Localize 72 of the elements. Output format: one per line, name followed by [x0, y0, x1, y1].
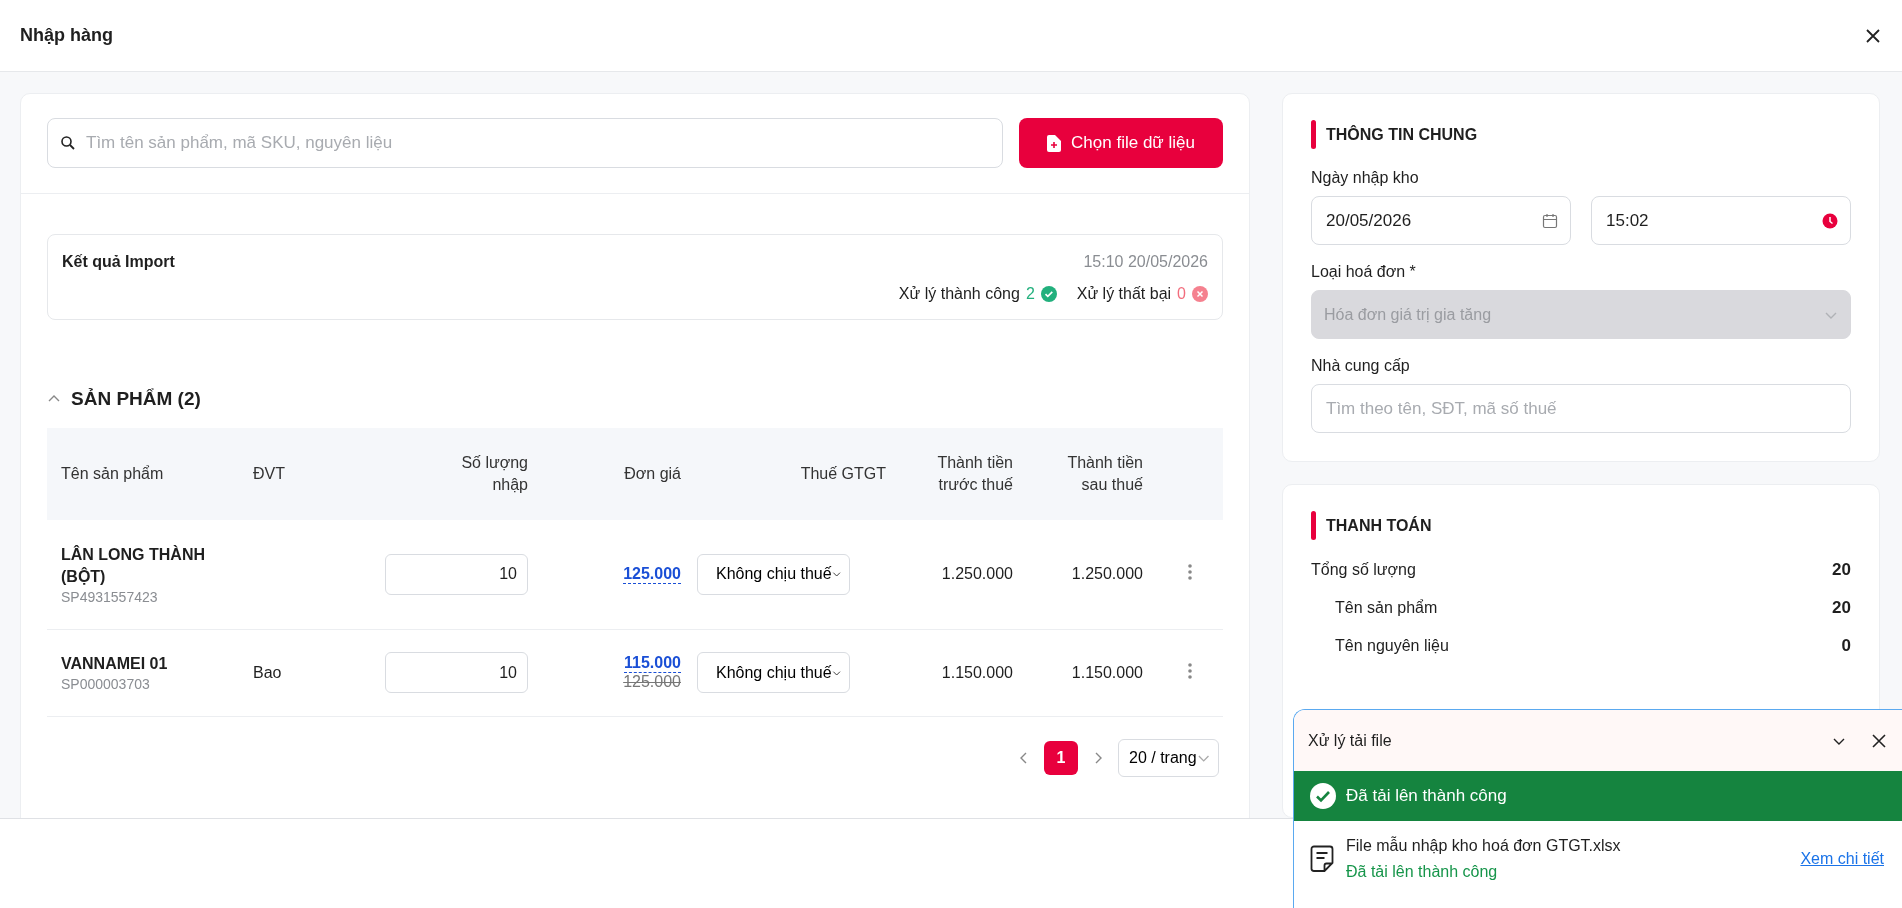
accent-bar [1311, 511, 1316, 540]
summary-value: 20 [1832, 560, 1851, 580]
summary-value: 20 [1832, 598, 1851, 618]
product-name: VANNAMEI 01 [61, 654, 169, 675]
supplier-field[interactable]: Tìm theo tên, SĐT, mã số thuế [1311, 384, 1851, 433]
choose-file-button[interactable]: Chọn file dữ liệu [1019, 118, 1223, 168]
more-icon[interactable] [1188, 564, 1192, 581]
section-title: SẢN PHẨM (2) [71, 388, 201, 410]
column-header: Thành tiền trước thuế [936, 452, 1013, 495]
amount-before-tax: 1.150.000 [941, 663, 1013, 681]
page-button[interactable]: 1 [1044, 740, 1078, 775]
product-sku: SP4931557423 [61, 588, 159, 605]
close-icon[interactable] [1872, 733, 1886, 748]
unit-price[interactable]: 125.000 [623, 564, 681, 584]
details-link[interactable]: Xem chi tiết [1800, 850, 1884, 868]
banner-text: Đã tải lên thành công [1346, 786, 1507, 806]
amount-before-tax: 1.250.000 [941, 565, 1013, 583]
import-result-title: Kết quả Import [62, 253, 175, 271]
clock-icon [1822, 212, 1838, 229]
summary-value: 0 [1841, 636, 1851, 656]
panel-title: Xử lý tải file [1308, 731, 1392, 750]
column-header: ĐVT [253, 463, 285, 484]
tax-select[interactable]: Không chịu thuế [697, 553, 850, 595]
check-circle-icon [1040, 286, 1057, 302]
amount-after-tax: 1.250.000 [1071, 565, 1143, 583]
more-icon[interactable] [1188, 662, 1192, 679]
product-sku: SP000003703 [61, 675, 151, 692]
failure-label: Xử lý thất bại [1076, 285, 1172, 303]
column-header: Đơn giá [624, 463, 681, 484]
product-name: LÂN LONG THÀNH (BỘT) [61, 544, 206, 588]
amount-after-tax: 1.150.000 [1071, 663, 1143, 681]
import-time: 15:10 20/05/2026 [1083, 253, 1208, 271]
column-header: Số lượng nhập [460, 452, 528, 495]
tax-select[interactable]: Không chịu thuế [697, 652, 850, 693]
page-size-select[interactable]: 20 / trang [1118, 738, 1219, 777]
x-circle-icon [1192, 286, 1208, 302]
unit-cell: Bao [253, 663, 282, 681]
summary-label: Tên nguyên liệu [1335, 637, 1449, 655]
supplier-input[interactable]: Tìm theo tên, SĐT, mã số thuế [1324, 397, 1838, 420]
field-label: Nhà cung cấp [1311, 357, 1411, 375]
success-count: 2 [1025, 285, 1035, 303]
search-field[interactable]: Tìm tên sản phẩm, mã SKU, nguyên liệu [47, 118, 1003, 168]
file-status: Đã tải lên thành công [1346, 863, 1499, 881]
time-field[interactable]: 15:02 [1591, 196, 1851, 245]
calendar-icon [1542, 212, 1558, 229]
card-title: THÔNG TIN CHUNG [1326, 125, 1478, 144]
close-icon[interactable] [1864, 26, 1882, 45]
quantity-field[interactable]: 10 [385, 652, 528, 693]
file-plus-icon [1047, 134, 1062, 152]
document-icon [1310, 845, 1334, 873]
card-title: THANH TOÁN [1326, 516, 1432, 535]
search-input[interactable]: Tìm tên sản phẩm, mã SKU, nguyên liệu [84, 132, 990, 154]
column-header: Thuế GTGT [800, 463, 886, 484]
accent-bar [1311, 120, 1316, 149]
success-label: Xử lý thành công [898, 285, 1020, 303]
summary-label: Tên sản phẩm [1335, 599, 1438, 617]
failure-count: 0 [1177, 285, 1186, 303]
field-label: Ngày nhập kho [1311, 169, 1420, 187]
column-header: Tên sản phẩm [61, 463, 164, 484]
window-title: Nhập hàng [20, 25, 113, 46]
column-header: Thành tiền sau thuế [1066, 452, 1143, 495]
old-price: 125.000 [623, 673, 681, 691]
date-field[interactable]: 20/05/2026 [1311, 196, 1571, 245]
quantity-field[interactable]: 10 [385, 553, 528, 595]
search-icon [60, 135, 76, 151]
file-name: File mẫu nhập kho hoá đơn GTGT.xlsx [1346, 837, 1622, 855]
check-circle-icon [1310, 783, 1336, 809]
unit-price[interactable]: 115.000 [624, 654, 681, 673]
date-input[interactable]: 20/05/2026 [1324, 209, 1534, 232]
summary-label: Tổng số lượng [1311, 561, 1416, 579]
field-label: Loại hoá đơn * [1311, 263, 1417, 281]
time-input[interactable]: 15:02 [1604, 209, 1814, 232]
